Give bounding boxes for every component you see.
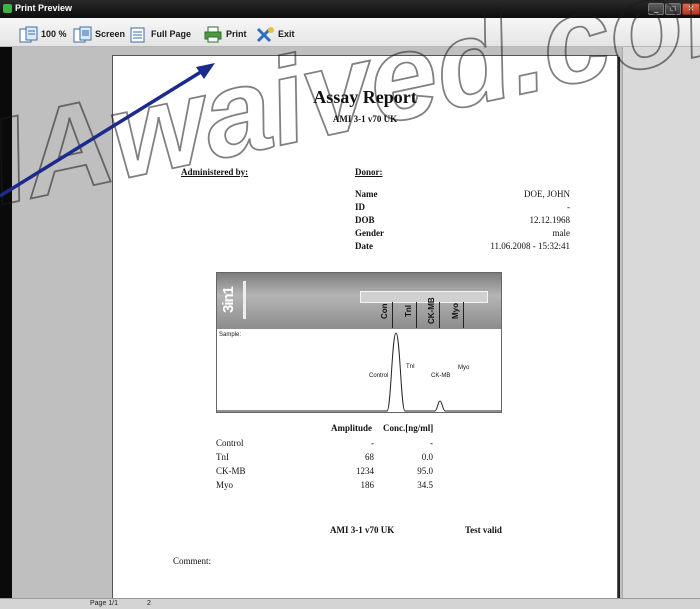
donor-row-name: Name DOE, JOHN <box>355 189 570 201</box>
window-title: Print Preview <box>15 3 73 13</box>
test-strip-image: 3in1 Con TnI CK-MB Myo Sample: Control T… <box>216 272 502 413</box>
page-indicator: Page 1/1 <box>90 600 119 607</box>
print-button[interactable]: Print <box>203 25 247 43</box>
col-conc-header: Conc.[ng/ml] <box>383 423 434 433</box>
strip-photo: 3in1 Con TnI CK-MB Myo <box>217 273 501 329</box>
donor-value: 12.12.1968 <box>529 215 571 225</box>
strip-marker-label: Myo <box>451 303 460 319</box>
strip-brand-bar <box>243 281 246 319</box>
printer-icon <box>204 26 222 42</box>
side-panel <box>622 47 700 598</box>
minimize-button[interactable]: _ <box>648 3 664 15</box>
signal-curve <box>217 332 501 412</box>
report-subtitle: AMI 3-1 v70 UK <box>332 114 398 124</box>
result-conc: - <box>430 438 433 448</box>
zoom-100-label: 100 % <box>41 29 67 39</box>
strip-band <box>463 302 464 328</box>
page-full-icon <box>130 27 145 42</box>
strip-marker-label: Con <box>380 303 389 319</box>
comment-label: Comment: <box>173 556 211 566</box>
donor-key: ID <box>355 202 366 212</box>
result-amplitude: - <box>371 438 374 448</box>
donor-key: DOB <box>355 215 375 225</box>
exit-button[interactable]: Exit <box>255 25 295 43</box>
peak-label: Control <box>369 373 389 379</box>
strip-band <box>416 302 417 328</box>
donor-row-id: ID - <box>355 202 570 214</box>
result-conc: 95.0 <box>417 466 433 476</box>
page-100-icon <box>19 26 38 42</box>
print-label: Print <box>226 29 247 39</box>
result-name: TnI <box>216 452 229 462</box>
footer-model: AMI 3-1 v70 UK <box>330 525 395 535</box>
strip-marker-label: CK-MB <box>427 297 436 325</box>
full-page-label: Full Page <box>151 29 192 39</box>
screen-label: Screen <box>95 29 126 39</box>
app-icon <box>3 4 12 13</box>
report-page: Assay Report AMI 3-1 v70 UK Administered… <box>112 55 618 600</box>
status-bar: Page 1/1 2 <box>0 598 700 609</box>
peak-label: CK-MB <box>431 373 451 379</box>
donor-row-gender: Gender male <box>355 228 570 240</box>
zoom-indicator: 2 <box>147 600 151 607</box>
result-conc: 0.0 <box>421 452 433 462</box>
peak-label: Myo <box>458 365 470 371</box>
donor-value: DOE, JOHN <box>524 189 570 199</box>
donor-row-date: Date 11.06.2008 - 15:32:41 <box>355 241 570 253</box>
strip-band <box>439 302 440 328</box>
title-bar: Print Preview _ □ ✕ <box>0 0 700 18</box>
close-button[interactable]: ✕ <box>682 3 700 15</box>
result-conc: 34.5 <box>417 480 433 490</box>
donor-value: male <box>552 228 571 238</box>
result-name: CK-MB <box>216 466 246 476</box>
donor-key: Date <box>355 241 373 251</box>
toolbar: 100 % Screen Full Page Print Exit <box>0 18 700 47</box>
result-name: Myo <box>216 480 234 490</box>
donor-label: Donor: <box>355 167 383 177</box>
test-valid-label: Test valid <box>465 525 502 535</box>
result-name: Control <box>216 438 244 448</box>
result-amplitude: 186 <box>360 480 375 490</box>
strip-brand-label: 3in1 <box>220 287 237 314</box>
donor-key: Name <box>355 189 378 199</box>
zoom-100-button[interactable]: 100 % <box>18 25 67 43</box>
result-amplitude: 1234 <box>356 466 374 476</box>
administered-by-label: Administered by: <box>181 167 249 177</box>
exit-icon <box>256 26 274 42</box>
col-amplitude-header: Amplitude <box>331 423 373 433</box>
peak-label: TnI <box>406 364 415 370</box>
maximize-button[interactable]: □ <box>665 3 681 15</box>
exit-label: Exit <box>278 29 295 39</box>
donor-value: 11.06.2008 - 15:32:41 <box>490 241 570 251</box>
donor-key: Gender <box>355 228 384 238</box>
strip-band <box>392 302 393 328</box>
page-screen-icon <box>73 26 92 42</box>
left-frame <box>0 47 12 598</box>
full-page-button[interactable]: Full Page <box>128 25 191 43</box>
donor-row-dob: DOB 12.12.1968 <box>355 215 570 227</box>
strip-marker-label: TnI <box>404 305 413 317</box>
screen-button[interactable]: Screen <box>72 25 125 43</box>
result-amplitude: 68 <box>365 452 374 462</box>
donor-value: - <box>567 202 570 212</box>
report-title: Assay Report <box>313 87 417 107</box>
